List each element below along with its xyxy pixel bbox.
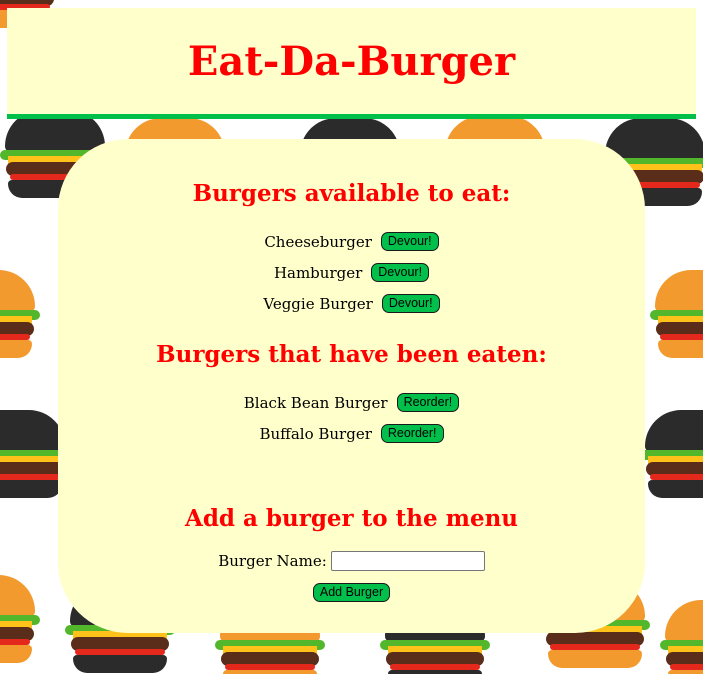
burger-name: Buffalo Burger [259, 424, 372, 443]
burger-icon [640, 410, 703, 500]
burger-name: Black Bean Burger [243, 393, 388, 412]
add-burger-form: Burger Name: [58, 551, 645, 571]
list-item: Buffalo Burger Reorder! [58, 424, 645, 443]
burger-name: Veggie Burger [263, 294, 373, 313]
list-item: Hamburger Devour! [58, 263, 645, 282]
burger-icon [650, 270, 703, 360]
eaten-heading: Burgers that have been eaten: [156, 341, 547, 368]
burger-icon [0, 270, 40, 360]
page-title: Eat-Da-Burger [187, 37, 516, 85]
devour-button[interactable]: Devour! [380, 232, 439, 251]
burger-icon [0, 575, 40, 665]
site-header: Eat-Da-Burger [7, 8, 696, 119]
list-item: Cheeseburger Devour! [58, 232, 645, 251]
reorder-button[interactable]: Reorder! [380, 424, 444, 443]
list-item: Black Bean Burger Reorder! [58, 393, 645, 412]
add-burger-button[interactable]: Add Burger [312, 583, 391, 602]
devour-button[interactable]: Devour! [381, 294, 440, 313]
burger-name: Cheeseburger [264, 232, 372, 251]
burger-icon [660, 600, 703, 674]
list-item: Veggie Burger Devour! [58, 294, 645, 313]
burger-name-label: Burger Name: [218, 552, 327, 570]
burger-name-input[interactable] [330, 551, 485, 571]
burger-panel: Burgers available to eat: Cheeseburger D… [58, 139, 645, 633]
reorder-button[interactable]: Reorder! [396, 393, 460, 412]
burger-name: Hamburger [273, 263, 363, 282]
devour-button[interactable]: Devour! [371, 263, 430, 282]
available-heading: Burgers available to eat: [192, 180, 511, 207]
add-heading: Add a burger to the menu [184, 505, 519, 532]
